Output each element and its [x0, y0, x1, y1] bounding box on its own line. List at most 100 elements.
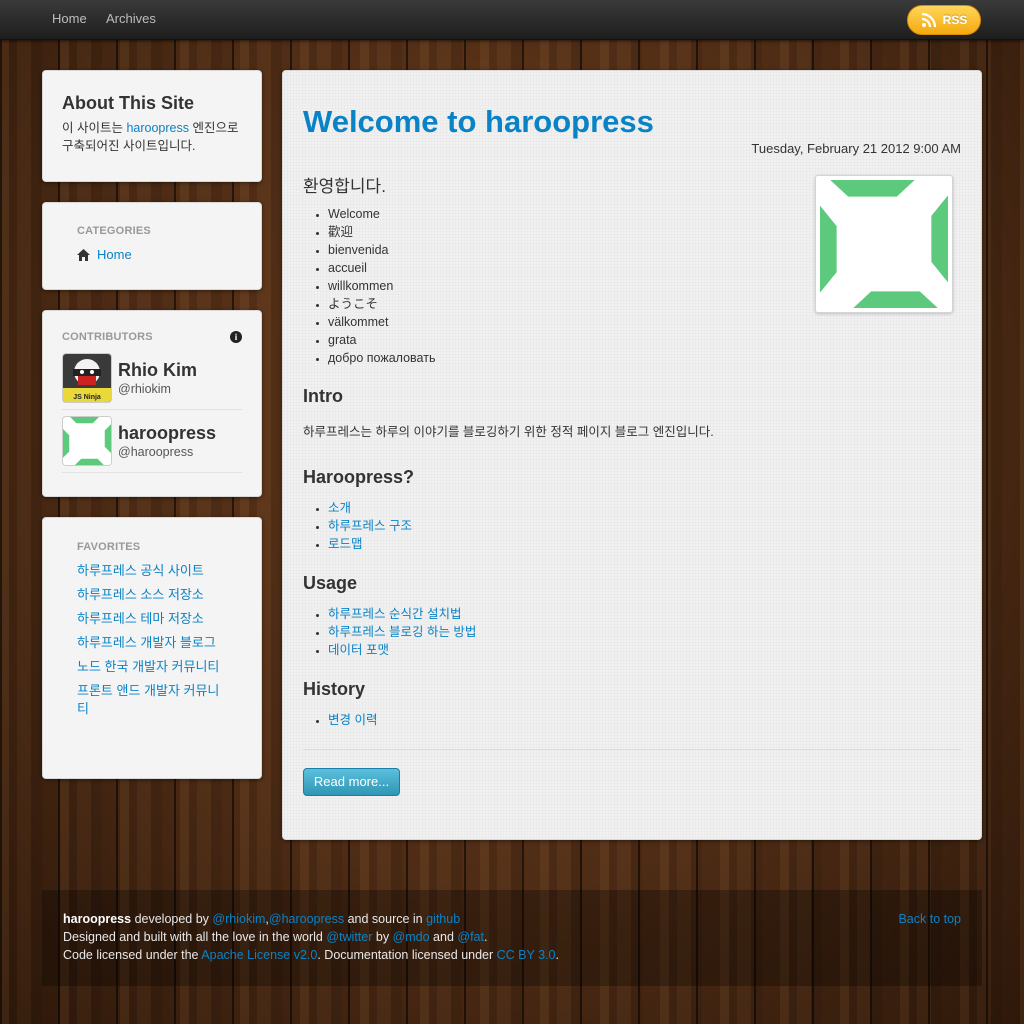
footer-text: developed by	[131, 912, 213, 926]
install-link[interactable]: 하루프레스 순식간 설치법	[328, 607, 461, 621]
categories-header: CATEGORIES	[77, 225, 151, 237]
history-heading: History	[303, 679, 366, 699]
welcome-item: grata	[328, 331, 961, 349]
footer-fat-link[interactable]: @fat	[457, 930, 484, 944]
favorite-item: 하루프레스 소스 저장소	[77, 586, 227, 604]
avatar-haroopress[interactable]	[62, 416, 112, 466]
footer-brand: haroopress	[63, 912, 132, 926]
footer-text: . Documentation licensed under	[317, 948, 497, 962]
contributor-name: Rhio Kim	[118, 360, 197, 380]
about-haroopress-link[interactable]: haroopress	[126, 121, 189, 135]
roadmap-link[interactable]: 로드맵	[328, 537, 363, 551]
contributors-panel: CONTRIBUTORS i JS Ninja Rhio Kim @rhioki…	[42, 310, 262, 497]
favorite-link[interactable]: 프론트 앤드 개발자 커뮤니티	[77, 683, 219, 716]
link-item: 로드맵	[328, 535, 961, 553]
footer: haroopress developed by @rhiokim,@haroop…	[42, 890, 982, 986]
home-icon	[77, 248, 90, 261]
category-home-link[interactable]: Home	[97, 247, 132, 262]
link-item: 하루프레스 구조	[328, 517, 961, 535]
footer-apache-license-link[interactable]: Apache License v2.0	[201, 948, 317, 962]
post-title-link[interactable]: Welcome to haroopress	[303, 104, 654, 139]
contributor-handle: @rhiokim	[118, 382, 171, 396]
favorite-link[interactable]: 하루프레스 테마 저장소	[77, 611, 204, 626]
haroopress-link-list: 소개 하루프레스 구조 로드맵	[328, 499, 961, 553]
favorite-item: 노드 한국 개발자 커뮤니티	[77, 658, 222, 676]
avatar-caption: JS Ninja	[73, 394, 101, 401]
favorites-header: FAVORITES	[77, 541, 141, 553]
ninja-avatar-image: JS Ninja	[63, 354, 111, 402]
contributors-header: CONTRIBUTORS	[62, 331, 153, 343]
footer-text: and	[429, 930, 458, 944]
structure-link[interactable]: 하루프레스 구조	[328, 519, 412, 533]
footer-ccby-link[interactable]: CC BY 3.0	[497, 948, 556, 962]
link-item: 데이터 포맷	[328, 641, 961, 659]
favorites-panel: FAVORITES 하루프레스 공식 사이트 하루프레스 소스 저장소 하루프레…	[42, 517, 262, 779]
categories-panel: CATEGORIES Home	[42, 202, 262, 290]
category-item-home[interactable]: Home	[77, 247, 227, 262]
favorite-item: 하루프레스 테마 저장소	[77, 610, 227, 628]
footer-twitter-link[interactable]: @twitter	[326, 930, 372, 944]
rss-button[interactable]: RSS	[907, 5, 981, 35]
nav-archives-link[interactable]: Archives	[106, 11, 156, 26]
back-to-top-link[interactable]: Back to top	[898, 910, 961, 928]
info-icon[interactable]: i	[230, 331, 242, 343]
about-text-before: 이 사이트는	[62, 121, 127, 135]
footer-text: and source in	[344, 912, 427, 926]
link-item: 하루프레스 블로깅 하는 방법	[328, 623, 961, 641]
footer-text: .	[483, 930, 488, 944]
link-item: 변경 이력	[328, 711, 961, 729]
avatar-rhiokim[interactable]: JS Ninja	[62, 353, 112, 403]
nav-home-link[interactable]: Home	[52, 11, 87, 26]
favorite-item: 하루프레스 개발자 블로그	[77, 634, 217, 652]
haroopress-logo-image	[815, 175, 953, 313]
favorite-item: 프론트 앤드 개발자 커뮤니티	[77, 682, 222, 718]
footer-github-link[interactable]: github	[426, 912, 460, 926]
footer-text: Designed and built with all the love in …	[63, 930, 327, 944]
about-title: About This Site	[62, 93, 194, 113]
footer-line-1: haroopress developed by @rhiokim,@haroop…	[63, 910, 961, 928]
footer-text: .	[555, 948, 559, 962]
rss-icon	[921, 12, 936, 28]
welcome-item: välkommet	[328, 313, 961, 331]
contributor-item[interactable]: haroopress @haroopress	[62, 410, 242, 473]
link-item: 소개	[328, 499, 961, 517]
favorites-list: 하루프레스 공식 사이트 하루프레스 소스 저장소 하루프레스 테마 저장소 하…	[77, 562, 227, 718]
data-format-link[interactable]: 데이터 포맷	[328, 643, 389, 657]
favorite-link[interactable]: 하루프레스 개발자 블로그	[77, 635, 216, 650]
welcome-item: добро пожаловать	[328, 349, 961, 367]
changelog-link[interactable]: 변경 이력	[328, 713, 377, 727]
contributor-handle: @haroopress	[118, 445, 194, 459]
footer-rhiokim-link[interactable]: @rhiokim	[212, 912, 265, 926]
footer-text: Code licensed under the	[63, 948, 202, 962]
footer-line-2: Designed and built with all the love in …	[63, 928, 961, 946]
post-date: Tuesday, February 21 2012 9:00 AM	[751, 141, 961, 156]
blogging-howto-link[interactable]: 하루프레스 블로깅 하는 방법	[328, 625, 476, 639]
about-panel: About This Site 이 사이트는 haroopress 엔진으로 구…	[42, 70, 262, 182]
contributor-item[interactable]: JS Ninja Rhio Kim @rhiokim	[62, 347, 242, 410]
link-item: 하루프레스 순식간 설치법	[328, 605, 961, 623]
favorite-link[interactable]: 하루프레스 소스 저장소	[77, 587, 204, 602]
haroopress-logo-icon	[820, 180, 948, 308]
post-panel: Welcome to haroopress Tuesday, February …	[282, 70, 982, 840]
about-link[interactable]: 소개	[328, 501, 351, 515]
post-divider	[303, 749, 961, 750]
rss-label: RSS	[942, 13, 968, 27]
footer-line-3: Code licensed under the Apache License v…	[63, 946, 961, 964]
usage-heading: Usage	[303, 573, 358, 593]
haroopress-logo-icon	[63, 417, 111, 465]
haroopress-heading: Haroopress?	[303, 467, 415, 487]
footer-text: by	[372, 930, 393, 944]
favorite-item: 하루프레스 공식 사이트	[77, 562, 227, 580]
about-text: 이 사이트는 haroopress 엔진으로 구축되어진 사이트입니다.	[62, 119, 242, 155]
favorite-link[interactable]: 하루프레스 공식 사이트	[77, 563, 204, 578]
history-link-list: 변경 이력	[328, 711, 961, 729]
intro-text: 하루프레스는 하루의 이야기를 블로깅하기 위한 정적 페이지 블로그 엔진입니…	[303, 425, 714, 439]
footer-haroopress-link[interactable]: @haroopress	[269, 912, 344, 926]
read-more-button[interactable]: Read more...	[303, 768, 400, 796]
intro-heading: Intro	[303, 386, 343, 406]
favorite-link[interactable]: 노드 한국 개발자 커뮤니티	[77, 659, 219, 674]
footer-mdo-link[interactable]: @mdo	[393, 930, 430, 944]
top-navbar: Home Archives RSS	[0, 0, 1024, 40]
usage-link-list: 하루프레스 순식간 설치법 하루프레스 블로깅 하는 방법 데이터 포맷	[328, 605, 961, 659]
contributor-name: haroopress	[118, 423, 217, 443]
